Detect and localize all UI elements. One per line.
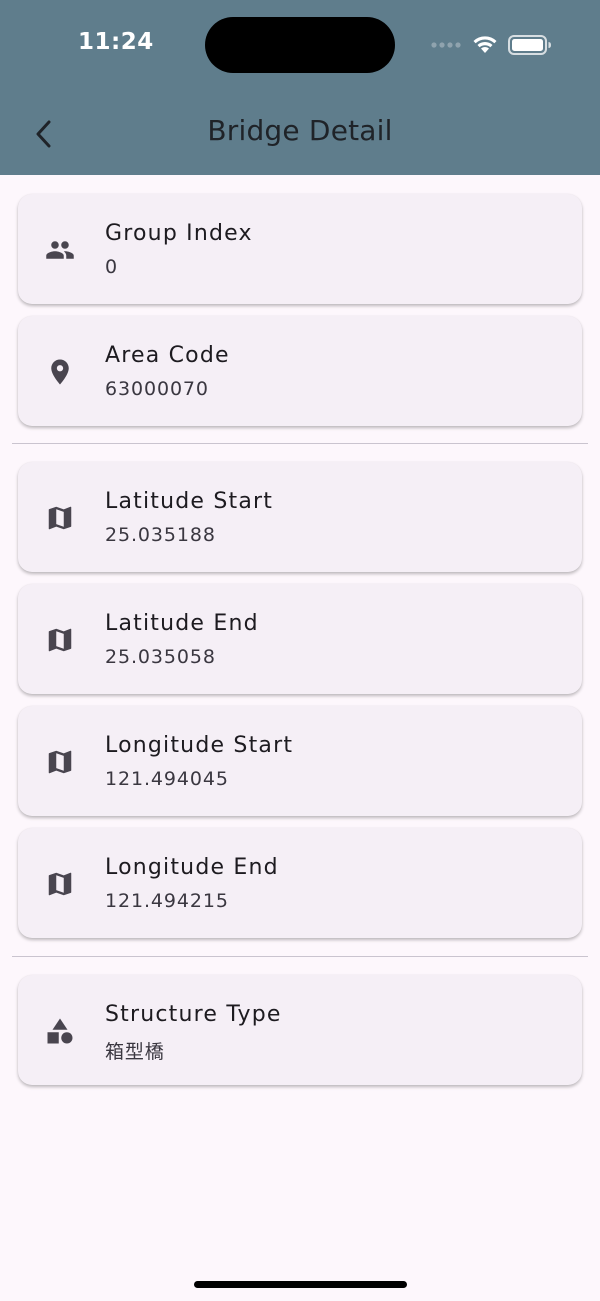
detail-value: 121.494045 (105, 768, 229, 790)
detail-card-group-index[interactable]: Group Index 0 (18, 194, 582, 304)
status-icons (428, 32, 558, 56)
detail-label: Latitude End (105, 611, 259, 636)
detail-label: Area Code (105, 343, 230, 368)
app-bar: 11:24 Bridge Detail (0, 0, 600, 175)
detail-card-area-code[interactable]: Area Code 63000070 (18, 316, 582, 426)
detail-label: Group Index (105, 221, 253, 246)
detail-card-latitude-start[interactable]: Latitude Start 25.035188 (18, 462, 582, 572)
location-pin-icon (51, 359, 69, 385)
detail-card-longitude-start[interactable]: Longitude Start 121.494045 (18, 706, 582, 816)
detail-card-longitude-end[interactable]: Longitude End 121.494215 (18, 828, 582, 938)
group-icon (46, 241, 74, 259)
detail-label: Longitude End (105, 855, 279, 880)
detail-label: Structure Type (105, 1002, 282, 1027)
status-time: 11:24 (78, 29, 154, 55)
detail-card-latitude-end[interactable]: Latitude End 25.035058 (18, 584, 582, 694)
section-divider (12, 956, 588, 957)
map-icon (48, 506, 72, 530)
map-icon (48, 872, 72, 896)
detail-label: Latitude Start (105, 489, 274, 514)
detail-value: 121.494215 (105, 890, 229, 912)
detail-value: 箱型橋 (105, 1041, 165, 1063)
home-indicator[interactable] (194, 1281, 407, 1288)
map-icon (48, 628, 72, 652)
detail-value: 63000070 (105, 378, 209, 400)
shapes-icon (47, 1018, 73, 1044)
map-icon (48, 750, 72, 774)
section-divider (12, 443, 588, 444)
detail-value: 25.035188 (105, 524, 216, 546)
detail-value: 0 (105, 256, 118, 278)
page-title: Bridge Detail (207, 114, 393, 147)
dynamic-island (205, 17, 395, 73)
detail-value: 25.035058 (105, 646, 216, 668)
cellular-signal-icon (431, 42, 461, 48)
detail-card-structure-type[interactable]: Structure Type 箱型橋 (18, 975, 582, 1085)
wifi-icon (473, 36, 497, 53)
detail-label: Longitude Start (105, 733, 294, 758)
battery-icon (508, 35, 551, 55)
